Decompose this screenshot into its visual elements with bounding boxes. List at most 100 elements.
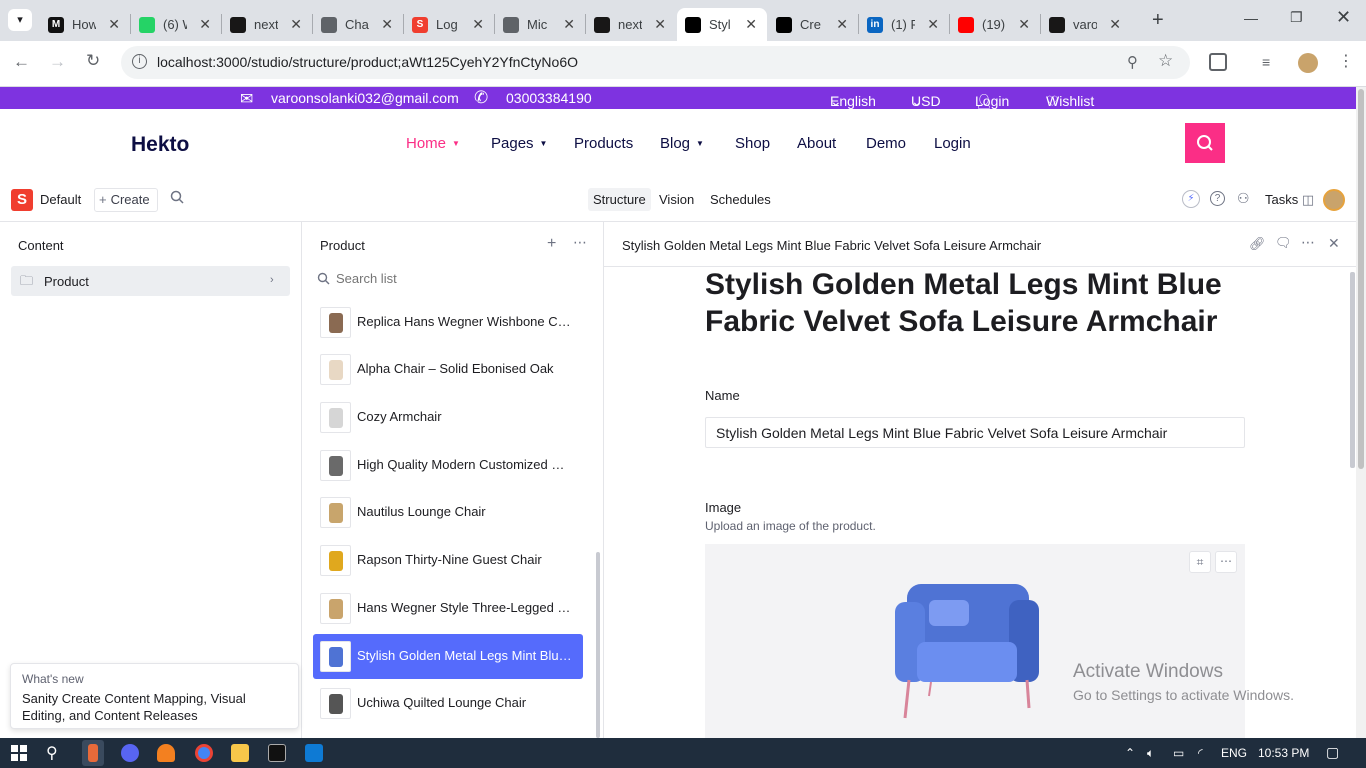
tray-chevron-icon[interactable]: ⌃ — [1125, 746, 1135, 760]
help-icon[interactable]: ? — [1210, 191, 1225, 206]
product-list-item[interactable]: High Quality Modern Customized Pl... — [313, 443, 583, 488]
language-indicator[interactable]: ENG — [1221, 746, 1247, 760]
hekto-logo[interactable]: Hekto — [131, 133, 189, 157]
nav-blog[interactable]: Blog ▼ — [660, 135, 704, 152]
tab-search-icon[interactable]: ▾ — [8, 9, 32, 31]
close-tab-icon[interactable]: ✕ — [108, 16, 120, 33]
browser-tab[interactable]: next ✕ — [222, 8, 312, 41]
studio-search-icon[interactable] — [170, 190, 184, 207]
site-info-icon[interactable]: i — [132, 54, 147, 69]
users-icon[interactable]: ⚇ — [1237, 190, 1250, 207]
list-scrollbar[interactable] — [596, 552, 600, 738]
product-list-item[interactable]: Cozy Armchair — [313, 395, 583, 440]
nav-products[interactable]: Products — [574, 135, 633, 152]
reload-icon[interactable]: ↻ — [86, 51, 100, 71]
discord-icon[interactable] — [121, 744, 139, 762]
vscode-icon[interactable] — [305, 744, 323, 762]
search-list-input[interactable] — [336, 269, 586, 287]
close-tab-icon[interactable]: ✕ — [563, 16, 575, 33]
close-tab-icon[interactable]: ✕ — [381, 16, 393, 33]
browser-tab[interactable]: varo ✕ — [1041, 8, 1131, 41]
browser-menu-icon[interactable]: ⋮ — [1338, 51, 1354, 71]
whats-new-card[interactable]: What's new Sanity Create Content Mapping… — [10, 663, 299, 729]
product-list-item[interactable]: Nautilus Lounge Chair — [313, 490, 583, 535]
sanity-logo[interactable]: S — [11, 189, 33, 211]
close-tab-icon[interactable]: ✕ — [472, 16, 484, 33]
close-tab-icon[interactable]: ✕ — [1018, 16, 1030, 33]
notifications-icon[interactable]: ▢ — [1326, 744, 1339, 761]
close-tab-icon[interactable]: ✕ — [654, 16, 666, 33]
bookmark-star-icon[interactable]: ☆ — [1158, 51, 1173, 71]
add-document-icon[interactable]: + — [547, 235, 556, 253]
cloudflare-icon[interactable] — [157, 744, 175, 762]
close-tab-icon[interactable]: ✕ — [745, 16, 757, 33]
taskbar-app-icon[interactable] — [88, 744, 98, 762]
browser-tab[interactable]: Cre ✕ — [768, 8, 858, 41]
file-explorer-icon[interactable] — [231, 744, 249, 762]
nav-pages[interactable]: Pages ▼ — [491, 135, 547, 152]
user-avatar[interactable] — [1323, 189, 1345, 211]
close-window-icon[interactable]: ✕ — [1336, 7, 1351, 28]
crop-icon[interactable]: ⌗ — [1189, 551, 1211, 573]
create-button[interactable]: + Create — [94, 188, 158, 212]
tab-schedules[interactable]: Schedules — [710, 192, 771, 207]
link-icon[interactable]: 🔗︎ — [1249, 236, 1266, 252]
nav-demo[interactable]: Demo — [866, 135, 906, 152]
image-preview[interactable]: ⌗ ⋯ — [705, 544, 1245, 738]
product-list-item[interactable]: Hans Wegner Style Three-Legged Sh... — [313, 586, 583, 631]
product-list-item[interactable]: Alpha Chair – Solid Ebonised Oak — [313, 347, 583, 392]
close-tab-icon[interactable]: ✕ — [290, 16, 302, 33]
product-list-item[interactable]: Uchiwa Quilted Lounge Chair — [313, 681, 583, 726]
chrome-icon[interactable] — [195, 744, 213, 762]
close-tab-icon[interactable]: ✕ — [1109, 16, 1121, 33]
media-control-icon[interactable]: ≡ — [1262, 54, 1270, 70]
nav-home[interactable]: Home ▼ — [406, 135, 460, 152]
browser-tab[interactable]: (6) W ✕ — [131, 8, 221, 41]
page-scrollbar[interactable] — [1356, 87, 1366, 738]
product-list-item[interactable]: Stylish Golden Metal Legs Mint Blue... — [313, 634, 583, 679]
restore-icon[interactable]: ❐ — [1290, 9, 1303, 26]
tab-vision[interactable]: Vision — [659, 192, 694, 207]
terminal-icon[interactable] — [268, 744, 286, 762]
back-icon[interactable]: ← — [13, 52, 30, 72]
browser-tab[interactable]: next ✕ — [586, 8, 676, 41]
document-menu-icon[interactable]: ⋯ — [1301, 234, 1315, 251]
document-scrollbar[interactable] — [1350, 272, 1355, 468]
tasks-button[interactable]: Tasks ◫ — [1265, 192, 1314, 208]
comment-icon[interactable]: 🗨︎ — [1275, 235, 1292, 251]
nav-about[interactable]: About — [797, 135, 836, 152]
tab-structure[interactable]: Structure — [588, 188, 651, 211]
battery-icon[interactable]: ▭ — [1173, 746, 1184, 760]
browser-tab[interactable]: M How ✕ — [40, 8, 130, 41]
close-tab-icon[interactable]: ✕ — [927, 16, 939, 33]
volume-icon[interactable]: 🔈︎ — [1147, 746, 1154, 761]
product-list-item[interactable]: Rapson Thirty-Nine Guest Chair — [313, 538, 583, 583]
name-input[interactable] — [705, 417, 1245, 448]
workspace-name[interactable]: Default — [40, 192, 81, 207]
browser-tab[interactable]: (19) ✕ — [950, 8, 1040, 41]
taskbar-search-icon[interactable]: ⚲ — [46, 743, 58, 763]
browser-tab[interactable]: Mic ✕ — [495, 8, 585, 41]
wifi-icon[interactable]: ◜ — [1198, 746, 1203, 760]
forward-icon[interactable]: → — [49, 52, 66, 72]
image-menu-icon[interactable]: ⋯ — [1215, 551, 1237, 573]
browser-tab[interactable]: S Log ✕ — [404, 8, 494, 41]
bolt-icon[interactable]: ⚡︎ — [1182, 190, 1200, 208]
close-pane-icon[interactable]: ✕ — [1328, 235, 1340, 252]
close-tab-icon[interactable]: ✕ — [836, 16, 848, 33]
zoom-icon[interactable]: ⚲ — [1127, 53, 1138, 71]
browser-tab[interactable]: in (1) F ✕ — [859, 8, 949, 41]
address-bar[interactable]: i localhost:3000/studio/structure/produc… — [121, 46, 1190, 79]
nav-shop[interactable]: Shop — [735, 135, 770, 152]
extensions-icon[interactable] — [1209, 53, 1227, 71]
product-list-item[interactable]: Replica Hans Wegner Wishbone Chair — [313, 300, 583, 345]
clock[interactable]: 10:53 PM — [1258, 746, 1309, 760]
profile-avatar[interactable] — [1298, 53, 1318, 73]
minimize-icon[interactable]: — — [1244, 10, 1258, 26]
windows-start-icon[interactable] — [11, 745, 27, 761]
close-tab-icon[interactable]: ✕ — [199, 16, 211, 33]
page-scrollbar-thumb[interactable] — [1358, 89, 1364, 469]
search-button[interactable] — [1185, 123, 1225, 163]
new-tab-icon[interactable]: + — [1152, 9, 1164, 32]
content-item-product[interactable]: 🗀︎ Product › — [11, 266, 290, 296]
